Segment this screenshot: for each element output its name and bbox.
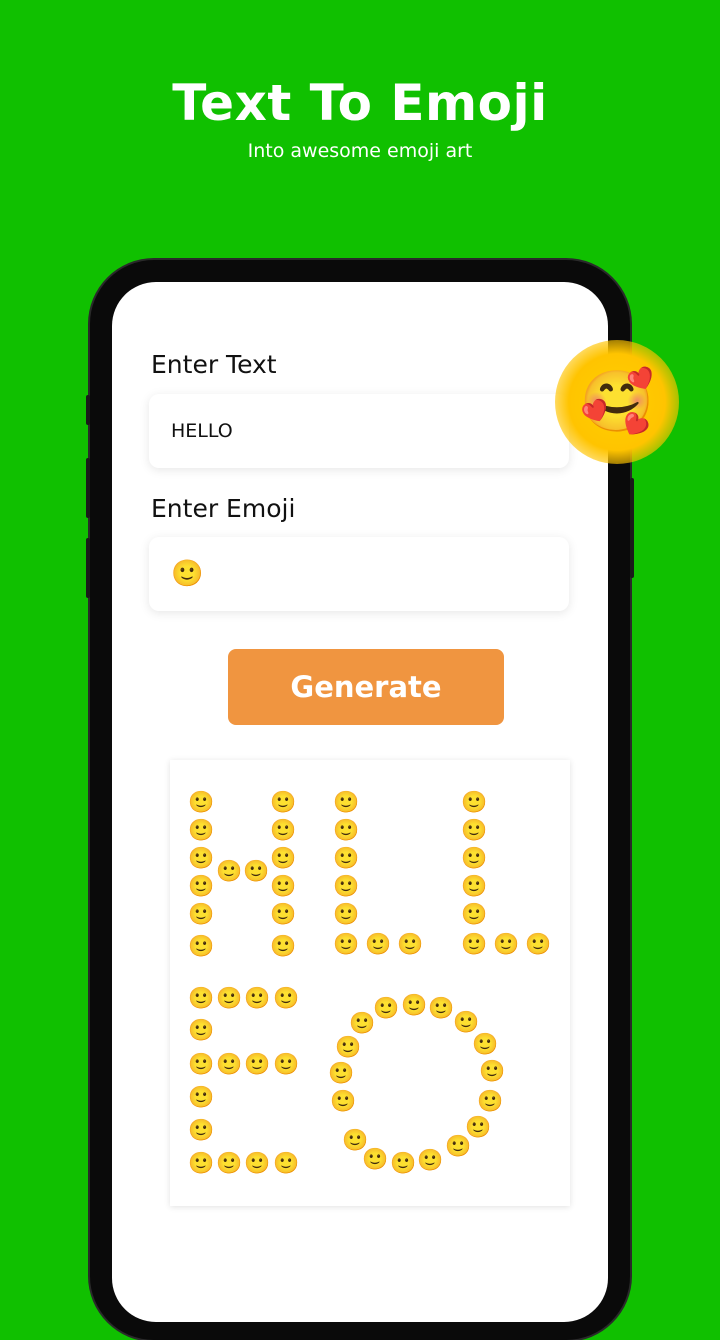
slightly-smiling-emoji-icon: 🙂 — [188, 1052, 215, 1076]
slightly-smiling-emoji-icon: 🙂 — [216, 986, 243, 1010]
slightly-smiling-emoji-icon: 🙂 — [188, 1118, 215, 1142]
slightly-smiling-emoji-icon: 🙂 — [461, 818, 488, 842]
slightly-smiling-emoji-icon: 🙂 — [472, 1032, 499, 1056]
slightly-smiling-emoji-icon: 🙂 — [216, 1151, 243, 1175]
slightly-smiling-emoji-icon: 🙂 — [244, 1052, 271, 1076]
slightly-smiling-emoji-icon: 🙂 — [493, 932, 520, 956]
slightly-smiling-emoji-icon: 🙂 — [270, 790, 297, 814]
phone-side-button — [86, 395, 90, 425]
emoji-sticker: 🥰 — [555, 340, 679, 464]
slightly-smiling-emoji-icon: 🙂 — [188, 818, 215, 842]
slightly-smiling-emoji-icon: 🙂 — [273, 1052, 300, 1076]
slightly-smiling-emoji-icon: 🙂 — [335, 1035, 362, 1059]
emoji-field-label: Enter Emoji — [151, 494, 296, 523]
slightly-smiling-emoji-icon: 🙂 — [333, 932, 360, 956]
slightly-smiling-emoji-icon: 🙂 — [445, 1134, 472, 1158]
phone-side-button — [86, 538, 90, 598]
slightly-smiling-emoji-icon: 🙂 — [273, 986, 300, 1010]
slightly-smiling-emoji-icon: 🙂 — [417, 1148, 444, 1172]
slightly-smiling-emoji-icon: 🙂 — [333, 902, 360, 926]
text-field-label: Enter Text — [151, 350, 277, 379]
slightly-smiling-emoji-icon: 🙂 — [188, 874, 215, 898]
slightly-smiling-emoji-icon: 🙂 — [188, 986, 215, 1010]
slightly-smiling-emoji-icon: 🙂 — [373, 996, 400, 1020]
slightly-smiling-emoji-icon: 🙂 — [188, 1085, 215, 1109]
text-input[interactable]: HELLO — [149, 394, 569, 468]
slightly-smiling-emoji-icon: 🙂 — [461, 846, 488, 870]
slightly-smiling-emoji-icon: 🙂 — [270, 818, 297, 842]
slightly-smiling-emoji-icon: 🙂 — [244, 1151, 271, 1175]
slightly-smiling-emoji-icon: 🙂 — [328, 1061, 355, 1085]
promo-subheadline: Into awesome emoji art — [247, 140, 473, 162]
slightly-smiling-emoji-icon: 🙂 — [461, 874, 488, 898]
slightly-smiling-emoji-icon: 🙂 — [401, 993, 428, 1017]
slightly-smiling-emoji-icon: 🙂 — [270, 934, 297, 958]
slightly-smiling-emoji-icon: 🙂 — [330, 1089, 357, 1113]
promo-headline: Text To Emoji — [172, 74, 548, 132]
app-screen: Enter Text HELLO Enter Emoji 🙂 Generate … — [112, 282, 608, 1322]
slightly-smiling-emoji-icon: 🙂 — [270, 874, 297, 898]
phone-side-button — [630, 478, 634, 578]
slightly-smiling-emoji-icon: 🙂 — [188, 934, 215, 958]
slightly-smiling-emoji-icon: 🙂 — [333, 874, 360, 898]
slightly-smiling-emoji-icon: 🙂 — [270, 902, 297, 926]
slightly-smiling-emoji-icon: 🙂 — [243, 859, 270, 883]
slightly-smiling-emoji-icon: 🙂 — [461, 932, 488, 956]
slightly-smiling-emoji-icon: 🙂 — [244, 986, 271, 1010]
slightly-smiling-emoji-icon: 🙂 — [188, 902, 215, 926]
slightly-smiling-emoji-icon: 🙂 — [461, 790, 488, 814]
slightly-smiling-emoji-icon: 🙂 — [390, 1151, 417, 1175]
slightly-smiling-emoji-icon: 🙂 — [188, 790, 215, 814]
slightly-smiling-emoji-icon: 🙂 — [188, 1018, 215, 1042]
slightly-smiling-emoji-icon: 🙂 — [333, 846, 360, 870]
slightly-smiling-emoji-icon: 🙂 — [428, 996, 455, 1020]
emoji-input[interactable]: 🙂 — [149, 537, 569, 611]
text-input-value: HELLO — [171, 420, 233, 442]
slightly-smiling-emoji-icon: 🙂 — [342, 1128, 369, 1152]
phone-side-button — [86, 458, 90, 518]
slightly-smiling-emoji-icon: 🙂 — [333, 818, 360, 842]
slightly-smiling-emoji-icon: 🙂 — [270, 846, 297, 870]
emoji-input-value: 🙂 — [171, 559, 204, 589]
slightly-smiling-emoji-icon: 🙂 — [333, 790, 360, 814]
slightly-smiling-emoji-icon: 🙂 — [349, 1011, 376, 1035]
slightly-smiling-emoji-icon: 🙂 — [461, 902, 488, 926]
slightly-smiling-emoji-icon: 🙂 — [397, 932, 424, 956]
slightly-smiling-emoji-icon: 🙂 — [479, 1059, 506, 1083]
slightly-smiling-emoji-icon: 🙂 — [188, 846, 215, 870]
slightly-smiling-emoji-icon: 🙂 — [216, 1052, 243, 1076]
slightly-smiling-emoji-icon: 🙂 — [477, 1089, 504, 1113]
generate-button[interactable]: Generate — [228, 649, 504, 725]
slightly-smiling-emoji-icon: 🙂 — [216, 859, 243, 883]
slightly-smiling-emoji-icon: 🙂 — [365, 932, 392, 956]
smiling-hearts-emoji-icon: 🥰 — [579, 367, 655, 437]
slightly-smiling-emoji-icon: 🙂 — [525, 932, 552, 956]
slightly-smiling-emoji-icon: 🙂 — [188, 1151, 215, 1175]
slightly-smiling-emoji-icon: 🙂 — [273, 1151, 300, 1175]
emoji-art-output: 🙂 🙂 🙂 🙂 🙂 🙂 🙂 🙂 🙂 🙂 🙂 🙂 🙂 🙂 🙂 🙂 🙂 🙂 🙂 🙂 🙂 🙂 🙂 🙂 🙂 🙂 🙂 🙂 🙂 🙂 🙂 🙂 🙂 🙂 🙂 🙂 🙂 🙂 🙂 🙂… — [170, 760, 570, 1206]
